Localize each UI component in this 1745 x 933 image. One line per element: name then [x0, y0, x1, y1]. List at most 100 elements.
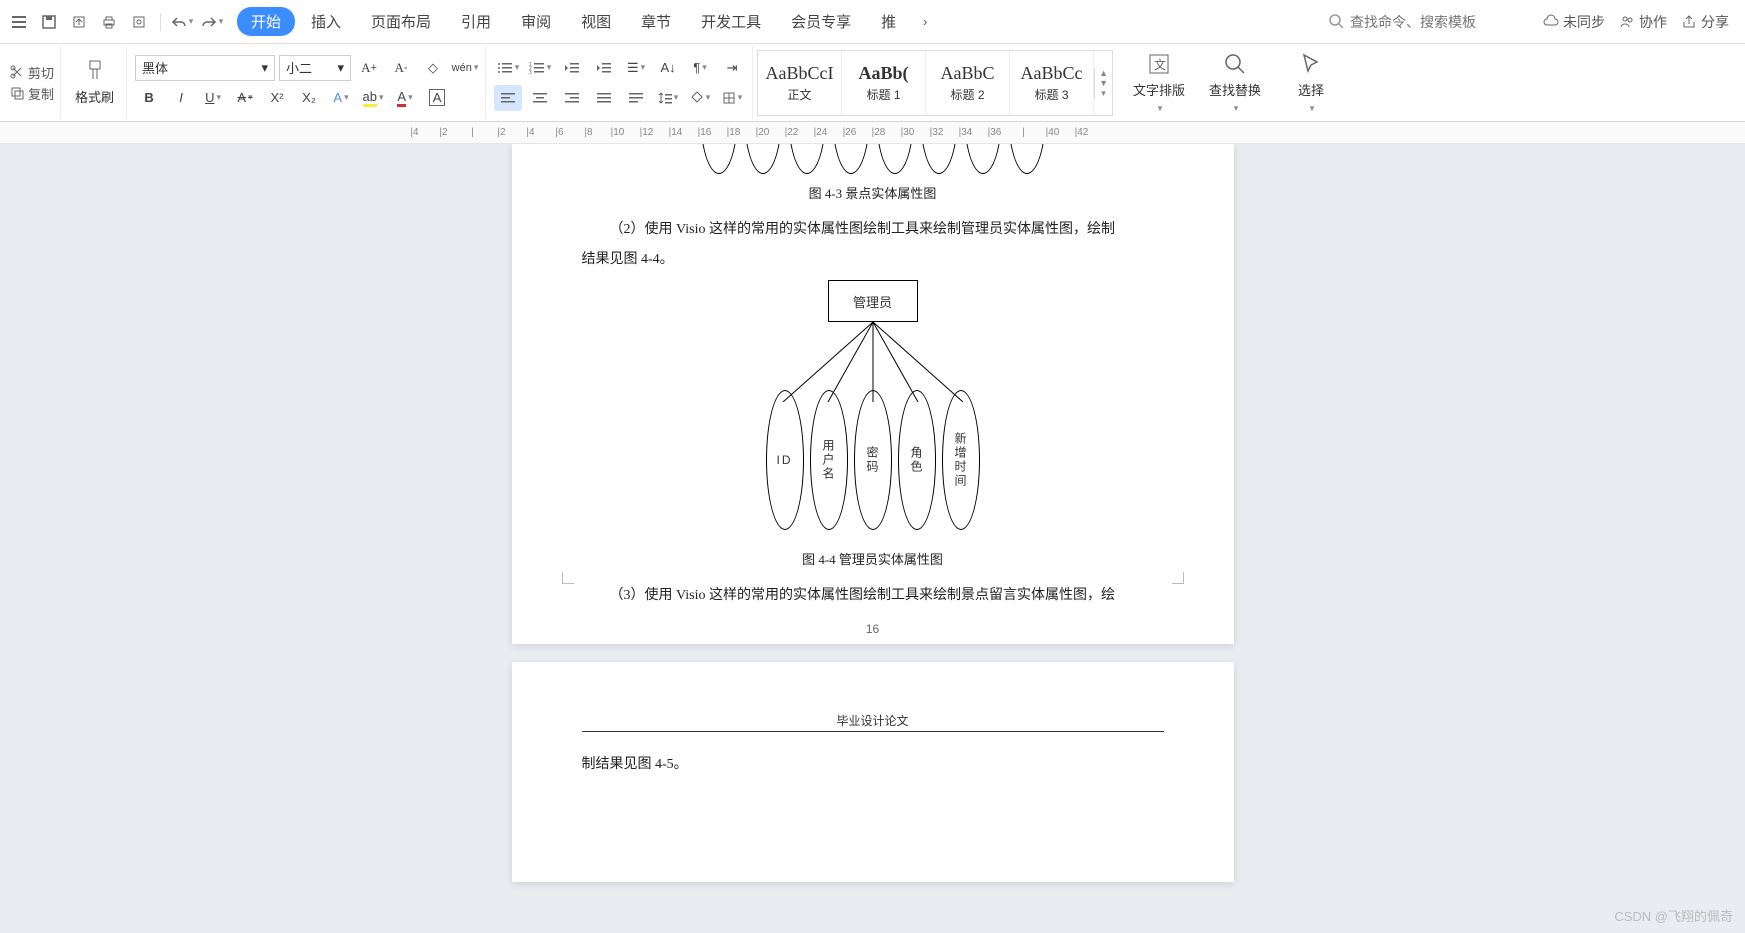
sort-button[interactable]: A↓	[654, 55, 682, 81]
paragraph-3b[interactable]: 制结果见图 4-5。	[582, 750, 1164, 781]
style-h1[interactable]: AaBb(标题 1	[842, 51, 926, 115]
attr-id: ID	[766, 390, 804, 530]
ribbon: 剪切 复制 格式刷 黑体▾ 小二▾ A+ A- ◇ wén B I U A X²…	[0, 44, 1745, 122]
separator	[160, 13, 161, 31]
style-down-icon[interactable]: ▼	[1095, 78, 1112, 88]
save-icon[interactable]	[36, 9, 62, 35]
coop-button[interactable]: 协作	[1619, 12, 1667, 32]
grow-font-icon[interactable]: A+	[355, 55, 383, 81]
menubar: 开始 插入 页面布局 引用 审阅 视图 章节 开发工具 会员专享 推 › 未同步…	[0, 0, 1745, 44]
select-button[interactable]: 选择	[1275, 52, 1347, 114]
copy-button[interactable]: 复制	[10, 84, 54, 103]
align-center-button[interactable]	[526, 85, 554, 111]
attr-password: 密码	[854, 390, 892, 530]
find-replace-button[interactable]: 查找替换	[1199, 52, 1271, 114]
text-layout-button[interactable]: 文文字排版	[1123, 52, 1195, 114]
char-border-button[interactable]: A	[423, 85, 451, 111]
number-list-button[interactable]: 123	[526, 55, 554, 81]
font-color-button[interactable]: A	[391, 85, 419, 111]
style-expand-icon[interactable]: ▾	[1095, 88, 1112, 99]
attr-role: 角色	[898, 390, 936, 530]
tab-view[interactable]: 视图	[567, 7, 625, 36]
cloud-icon	[1543, 14, 1559, 30]
page-header: 毕业设计论文	[582, 712, 1164, 732]
export-icon[interactable]	[66, 9, 92, 35]
partial-diagram	[582, 144, 1164, 174]
ruler[interactable]: |4|2||2|4|6|8|10|12|14|16|18|20|22|24|26…	[0, 122, 1745, 144]
page-1: 图 4-3 景点实体属性图 （2）使用 Visio 这样的常用的实体属性图绘制工…	[512, 144, 1234, 644]
entity-box: 管理员	[828, 280, 918, 322]
format-brush[interactable]: 格式刷	[69, 59, 120, 106]
outdent-button[interactable]	[558, 55, 586, 81]
page-2: 毕业设计论文 制结果见图 4-5。	[512, 662, 1234, 882]
font-size-select[interactable]: 小二▾	[279, 55, 351, 81]
print-icon[interactable]	[96, 9, 122, 35]
copy-icon	[10, 86, 24, 100]
figure-caption-4-3: 图 4-3 景点实体属性图	[582, 180, 1164, 209]
clear-format-icon[interactable]: ◇	[419, 55, 447, 81]
sync-status[interactable]: 未同步	[1543, 12, 1605, 32]
asian-layout-button[interactable]: ☰	[622, 55, 650, 81]
indent-button[interactable]	[590, 55, 618, 81]
cut-button[interactable]: 剪切	[10, 63, 54, 82]
bullet-list-button[interactable]	[494, 55, 522, 81]
menu-icon[interactable]	[6, 9, 32, 35]
paragraph-3[interactable]: （3）使用 Visio 这样的常用的实体属性图绘制工具来绘制景点留言实体属性图，…	[582, 581, 1164, 612]
style-h2[interactable]: AaBbC标题 2	[926, 51, 1010, 115]
superscript-button[interactable]: X²	[263, 85, 291, 111]
svg-text:3: 3	[529, 70, 532, 75]
attr-username: 用户名	[810, 390, 848, 530]
align-left-button[interactable]	[494, 85, 522, 111]
tab-member[interactable]: 会员专享	[777, 7, 865, 36]
tab-insert[interactable]: 插入	[297, 7, 355, 36]
layout-icon: 文	[1147, 52, 1171, 76]
style-h3[interactable]: AaBbCc标题 3	[1010, 51, 1094, 115]
find-icon	[1223, 52, 1247, 76]
cursor-icon	[1299, 52, 1323, 76]
font-name-select[interactable]: 黑体▾	[135, 55, 275, 81]
preview-icon[interactable]	[126, 9, 152, 35]
subscript-button[interactable]: X₂	[295, 85, 323, 111]
highlight-button[interactable]: ab	[359, 85, 387, 111]
tab-overflow-icon[interactable]: ›	[912, 9, 938, 35]
tab-char-button[interactable]: ⇥	[718, 55, 746, 81]
paragraph-2b[interactable]: 结果见图 4-4。	[582, 245, 1164, 276]
align-justify-button[interactable]	[590, 85, 618, 111]
align-right-button[interactable]	[558, 85, 586, 111]
tab-more[interactable]: 推	[867, 7, 910, 36]
tab-review[interactable]: 审阅	[507, 7, 565, 36]
document-canvas[interactable]: 图 4-3 景点实体属性图 （2）使用 Visio 这样的常用的实体属性图绘制工…	[0, 144, 1745, 933]
style-up-icon[interactable]: ▲	[1095, 68, 1112, 78]
tabs: 开始 插入 页面布局 引用 审阅 视图 章节 开发工具 会员专享 推 ›	[237, 7, 938, 36]
distribute-button[interactable]	[622, 85, 650, 111]
tab-chapter[interactable]: 章节	[627, 7, 685, 36]
command-search[interactable]	[1329, 14, 1529, 30]
attr-createtime: 新增时间	[942, 390, 980, 530]
scissors-icon	[10, 65, 24, 79]
bold-button[interactable]: B	[135, 85, 163, 111]
shrink-font-icon[interactable]: A-	[387, 55, 415, 81]
share-button[interactable]: 分享	[1681, 12, 1729, 32]
redo-button[interactable]	[199, 9, 225, 35]
tab-reference[interactable]: 引用	[447, 7, 505, 36]
shading-button[interactable]	[686, 85, 714, 111]
undo-button[interactable]	[169, 9, 195, 35]
search-icon	[1329, 14, 1344, 29]
tab-start[interactable]: 开始	[237, 7, 295, 36]
strike-button[interactable]: A	[231, 85, 259, 111]
style-normal[interactable]: AaBbCcI正文	[758, 51, 842, 115]
figure-caption-4-4: 图 4-4 管理员实体属性图	[582, 546, 1164, 575]
text-effect-button[interactable]: A	[327, 85, 355, 111]
border-button[interactable]	[718, 85, 746, 111]
line-spacing-button[interactable]	[654, 85, 682, 111]
tab-dev[interactable]: 开发工具	[687, 7, 775, 36]
underline-button[interactable]: U	[199, 85, 227, 111]
tab-layout[interactable]: 页面布局	[357, 7, 445, 36]
paragraph-2[interactable]: （2）使用 Visio 这样的常用的实体属性图绘制工具来绘制管理员实体属性图，绘…	[582, 215, 1164, 246]
para-mark-button[interactable]: ¶	[686, 55, 714, 81]
margin-corner-bl	[562, 572, 574, 584]
phonetic-icon[interactable]: wén	[451, 55, 479, 81]
command-search-input[interactable]	[1350, 14, 1500, 30]
italic-button[interactable]: I	[167, 85, 195, 111]
style-gallery: AaBbCcI正文 AaBb(标题 1 AaBbC标题 2 AaBbCc标题 3…	[757, 50, 1113, 116]
